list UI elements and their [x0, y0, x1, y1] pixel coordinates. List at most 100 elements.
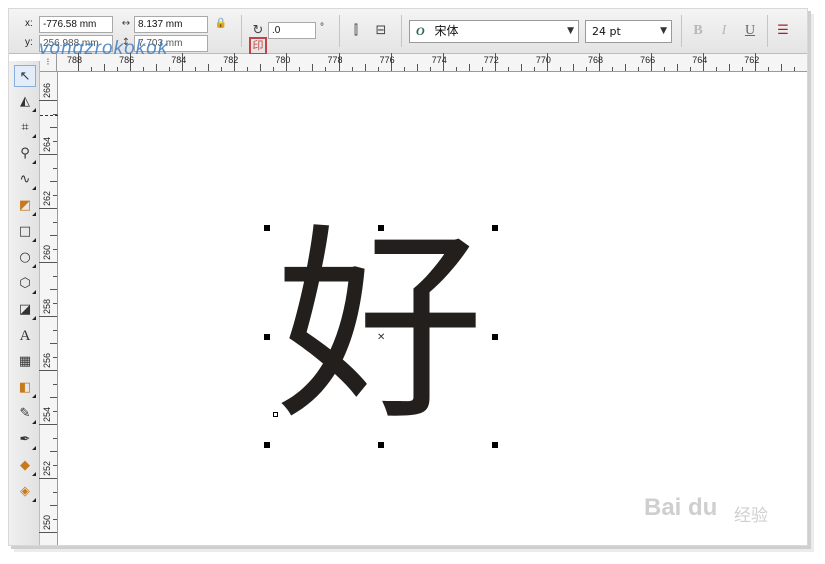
ruler-minor-tick	[53, 167, 57, 169]
text-object[interactable]: 好	[270, 216, 490, 441]
watermark-seal: 印	[249, 37, 267, 55]
underline-button[interactable]: U	[740, 21, 760, 41]
font-size-value: 24 pt	[592, 25, 621, 38]
text-tool[interactable]: A	[14, 325, 36, 347]
x-position-field[interactable]: -776.58 mm	[39, 16, 113, 33]
ruler-label: 780	[275, 55, 291, 65]
ruler-minor-tick	[208, 64, 210, 71]
ruler-minor-tick	[53, 221, 57, 223]
ruler-major-tick	[39, 532, 57, 533]
ruler-minor-tick	[572, 64, 574, 71]
rectangle-tool[interactable]: □	[14, 221, 36, 243]
rotation-center-icon[interactable]: ✕	[377, 332, 385, 343]
fill-tool[interactable]: ◆	[14, 455, 36, 477]
mirror-horizontal-icon[interactable]: ⫿	[347, 22, 365, 40]
width-field[interactable]: 8.137 mm	[134, 16, 208, 33]
ruler-major-tick	[39, 316, 57, 317]
ellipse-tool[interactable]: ○	[14, 247, 36, 269]
ruler-minor-tick	[50, 289, 57, 290]
zoom-tool[interactable]: ⚲	[14, 143, 36, 165]
magnifier-icon: ⚲	[20, 146, 30, 161]
eyedropper-tool[interactable]: ✎	[14, 403, 36, 425]
ruler-label: 784	[171, 55, 187, 65]
font-family-select[interactable]: O 宋体 ▼	[409, 20, 579, 43]
ruler-minor-tick	[364, 64, 366, 71]
shape-tool[interactable]: ◭	[14, 91, 36, 113]
crop-tool[interactable]: ⌗	[14, 117, 36, 139]
crop-icon: ⌗	[21, 120, 29, 135]
smart-fill-tool[interactable]: ◩	[14, 195, 36, 217]
mirror-vertical-icon[interactable]: ⊟	[372, 22, 390, 40]
ruler-origin-icon: ⁝	[46, 57, 50, 68]
app-window: x: -776.58 mm y: 256.988 mm ↔ 8.137 mm ↕…	[8, 8, 808, 546]
ruler-label: 776	[379, 55, 395, 65]
ruler-corner[interactable]: ⁝	[40, 54, 57, 72]
ruler-minor-tick	[53, 248, 57, 250]
paragraph-format-icon[interactable]: ☰	[774, 22, 792, 40]
outline-tool[interactable]: ✒	[14, 429, 36, 451]
ruler-label: 762	[744, 55, 760, 65]
ruler-minor-tick	[53, 491, 57, 493]
ruler-minor-tick	[143, 67, 145, 71]
selection-handle-bottom-left[interactable]	[264, 442, 270, 448]
ruler-major-tick	[39, 478, 57, 479]
ruler-minor-tick	[169, 67, 171, 71]
table-tool[interactable]: ▦	[14, 351, 36, 373]
selection-handle-left[interactable]	[264, 334, 270, 340]
selection-handle-top-right[interactable]	[492, 225, 498, 231]
ruler-minor-tick	[533, 67, 535, 71]
ruler-minor-tick	[260, 64, 262, 71]
selection-handle-top-left[interactable]	[264, 225, 270, 231]
ruler-minor-tick	[507, 67, 509, 71]
text-anchor-node[interactable]	[273, 412, 278, 417]
selection-handle-top[interactable]	[378, 225, 384, 231]
drawing-canvas[interactable]: 好 ✕	[58, 72, 807, 545]
toolbox: ↖ ◭ ⌗ ⚲ ∿ ◩ □ ○ ⬡ ◪ A ▦ ◧ ✎ ✒ ◆ ◈	[9, 61, 40, 545]
ruler-minor-tick	[690, 67, 692, 71]
blend-tool[interactable]: ◧	[14, 377, 36, 399]
pointer-icon: ↖	[19, 69, 31, 84]
ruler-minor-tick	[273, 67, 275, 71]
ruler-minor-tick	[559, 67, 561, 71]
horizontal-ruler[interactable]: 788 786 784 782 780 778 776 774 772 770 768 766 764 7…	[57, 53, 807, 72]
ruler-minor-tick	[53, 437, 57, 439]
ruler-minor-tick	[53, 140, 57, 142]
ruler-label: 260	[42, 244, 52, 260]
lock-ratio-icon[interactable]: 🔒	[212, 15, 230, 33]
selection-handle-bottom[interactable]	[378, 442, 384, 448]
ruler-minor-tick	[716, 67, 718, 71]
ruler-label: 262	[42, 190, 52, 206]
ruler-minor-tick	[612, 67, 614, 71]
pick-tool[interactable]: ↖	[14, 65, 36, 87]
rotation-field[interactable]: .0	[268, 22, 316, 39]
selection-handle-bottom-right[interactable]	[492, 442, 498, 448]
ruler-minor-tick	[117, 67, 119, 71]
selection-handle-right[interactable]	[492, 334, 498, 340]
guide-marker	[40, 115, 58, 116]
ruler-minor-tick	[429, 67, 431, 71]
ruler-minor-tick	[403, 67, 405, 71]
ruler-minor-tick	[638, 67, 640, 71]
freehand-tool[interactable]: ∿	[14, 169, 36, 191]
ruler-minor-tick	[53, 546, 57, 547]
interactive-fill-tool[interactable]: ◈	[14, 481, 36, 503]
ruler-minor-tick	[53, 518, 57, 520]
x-label: x:	[25, 18, 33, 29]
basic-shapes-tool[interactable]: ◪	[14, 299, 36, 321]
ruler-minor-tick	[664, 67, 666, 71]
ruler-minor-tick	[50, 451, 57, 452]
bold-button[interactable]: B	[688, 21, 708, 41]
vertical-ruler[interactable]: 266 264 262 260 258 256 254 252 250	[39, 72, 58, 547]
ruler-major-tick	[39, 262, 57, 263]
ellipse-icon: ○	[19, 250, 31, 265]
ruler-label: 252	[42, 460, 52, 476]
italic-button[interactable]: I	[714, 21, 734, 41]
ruler-minor-tick	[50, 235, 57, 236]
ruler-minor-tick	[729, 64, 731, 71]
font-size-select[interactable]: 24 pt ▼	[585, 20, 672, 43]
ruler-major-tick	[39, 370, 57, 371]
polygon-tool[interactable]: ⬡	[14, 273, 36, 295]
ruler-minor-tick	[53, 383, 57, 385]
separator	[767, 15, 768, 47]
ruler-minor-tick	[416, 64, 418, 71]
